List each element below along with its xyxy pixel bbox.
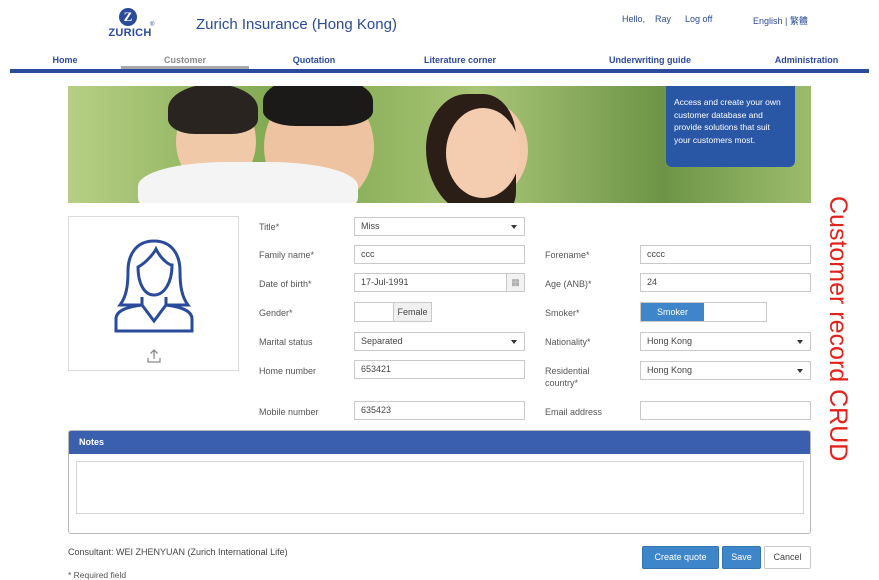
title-label: Title*: [259, 222, 280, 232]
email-address-input[interactable]: [640, 401, 811, 420]
create-quote-button[interactable]: Create quote: [642, 546, 719, 569]
residential-country-value: Hong Kong: [647, 365, 693, 375]
nav-literature-corner[interactable]: Literature corner: [385, 50, 535, 69]
chevron-down-icon: [511, 340, 517, 344]
nationality-select[interactable]: Hong Kong: [640, 332, 811, 351]
upload-icon[interactable]: [146, 348, 162, 364]
notes-header: Notes: [69, 431, 810, 454]
required-field-note: * Required field: [68, 570, 127, 580]
notes-panel: Notes: [68, 430, 811, 534]
nav-customer[interactable]: Customer: [121, 50, 249, 69]
gender-label: Gender*: [259, 308, 293, 318]
nationality-label: Nationality*: [545, 337, 591, 347]
mobile-number-label: Mobile number: [259, 407, 319, 417]
dob-label: Date of birth*: [259, 279, 312, 289]
gender-option-male[interactable]: [355, 303, 393, 321]
banner-hair-girl: [168, 86, 258, 134]
dob-value: 17-Jul-1991: [361, 277, 409, 287]
smoker-option-smoker[interactable]: Smoker: [641, 303, 704, 321]
title-select-value: Miss: [361, 221, 380, 231]
main-nav: Home Customer Quotation Literature corne…: [10, 50, 869, 73]
smoker-option-non-smoker[interactable]: [704, 303, 766, 321]
forename-label: Forename*: [545, 250, 590, 260]
residential-country-select[interactable]: Hong Kong: [640, 361, 811, 380]
chevron-down-icon: [511, 225, 517, 229]
greeting: Hello,: [622, 14, 646, 24]
age-input[interactable]: 24: [640, 273, 811, 292]
logo-text: ZURICH: [108, 27, 152, 39]
age-label: Age (ANB)*: [545, 279, 592, 289]
app-title: Zurich Insurance (Hong Kong): [196, 16, 397, 33]
title-select[interactable]: Miss: [354, 217, 525, 236]
cancel-button[interactable]: Cancel: [764, 546, 811, 569]
avatar-woman-icon: [114, 239, 194, 333]
customer-photo-panel: [68, 216, 239, 371]
nationality-value: Hong Kong: [647, 336, 693, 346]
residential-country-label: Residential country*: [545, 366, 590, 388]
zurich-logo[interactable]: Z ® ZURICH: [104, 8, 160, 40]
marital-status-value: Separated: [361, 336, 403, 346]
side-title-text: Customer record CRUD: [824, 196, 852, 461]
email-address-label: Email address: [545, 407, 603, 417]
gender-option-female[interactable]: Female: [393, 303, 431, 321]
banner-shirt: [138, 162, 358, 203]
nav-underwriting-guide[interactable]: Underwriting guide: [570, 50, 730, 69]
chevron-down-icon: [797, 340, 803, 344]
home-number-input[interactable]: 653421: [354, 360, 525, 379]
zurich-logo-mark: Z: [119, 8, 137, 26]
gender-toggle[interactable]: Female: [354, 302, 432, 322]
header: Z ® ZURICH Zurich Insurance (Hong Kong) …: [0, 0, 879, 50]
marital-status-label: Marital status: [259, 337, 313, 347]
nav-underline: [10, 69, 869, 73]
nav-home[interactable]: Home: [10, 50, 120, 69]
dob-input[interactable]: 17-Jul-1991 ▦: [354, 273, 525, 292]
nav-quotation[interactable]: Quotation: [250, 50, 378, 69]
banner-callout: Access and create your own customer data…: [666, 86, 795, 167]
banner-hair-father: [263, 86, 373, 126]
family-name-label: Family name*: [259, 250, 315, 260]
forename-input[interactable]: cccc: [640, 245, 811, 264]
language-switch[interactable]: English | 繁體: [753, 14, 808, 27]
family-name-input[interactable]: ccc: [354, 245, 525, 264]
banner-image: Access and create your own customer data…: [68, 86, 811, 203]
save-button[interactable]: Save: [722, 546, 761, 569]
consultant-info: Consultant: WEI ZHENYUAN (Zurich Interna…: [68, 547, 288, 557]
chevron-down-icon: [797, 369, 803, 373]
side-title: Customer record CRUD: [824, 196, 852, 461]
nav-administration[interactable]: Administration: [744, 50, 869, 69]
home-number-label: Home number: [259, 366, 317, 376]
notes-textarea[interactable]: [76, 461, 804, 514]
marital-status-select[interactable]: Separated: [354, 332, 525, 351]
mobile-number-input[interactable]: 635423: [354, 401, 525, 420]
calendar-icon[interactable]: ▦: [506, 274, 524, 291]
smoker-toggle[interactable]: Smoker: [640, 302, 767, 322]
smoker-label: Smoker*: [545, 308, 580, 318]
logoff-link[interactable]: Log off: [685, 14, 712, 24]
banner-mother-face: [446, 108, 520, 198]
user-name-link[interactable]: Ray: [655, 14, 671, 24]
